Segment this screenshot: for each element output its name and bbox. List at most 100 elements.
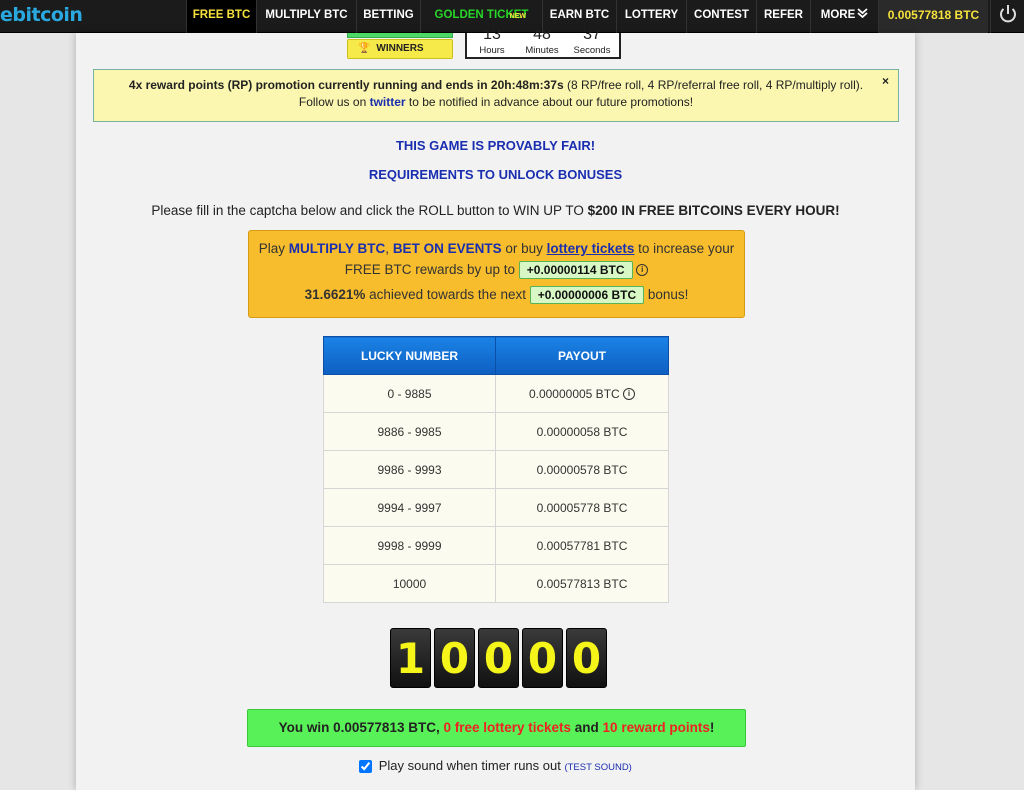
promo-line-2: Follow us on twitter to be notified in a… <box>94 94 898 111</box>
test-sound-link[interactable]: (TEST SOUND) <box>564 762 631 773</box>
promo-bold-text: 4x reward points (RP) promotion currentl… <box>128 78 564 92</box>
result-digit: 0 <box>522 628 563 688</box>
boost-line-3: 31.6621% achieved towards the next +0.00… <box>249 284 744 305</box>
win-exclamation: ! <box>709 720 715 735</box>
promo-banner: 4x reward points (RP) promotion currentl… <box>93 69 899 122</box>
boost-comma: , <box>385 241 393 256</box>
timer-hours: 13 Hours <box>467 30 517 56</box>
next-bonus-pill: +0.00000006 BTC <box>529 286 645 304</box>
trophy-icon: 🏆 <box>358 43 371 54</box>
table-row: 9886 - 9985 0.00000058 BTC <box>323 412 669 451</box>
timer-hours-label: Hours <box>479 45 505 56</box>
boost-bonus-text: bonus! <box>644 287 689 302</box>
nav-free-btc[interactable]: FREE BTC <box>186 0 256 33</box>
promo-detail: (8 RP/free roll, 4 RP/referral free roll… <box>563 78 864 92</box>
win-message: You win 0.00577813 BTC, 0 free lottery t… <box>247 709 746 747</box>
row-payout: 0.00000058 BTC <box>495 412 669 451</box>
nav-contest-label: CONTEST <box>694 9 749 21</box>
nav-multiply-btc[interactable]: MULTIPLY BTC <box>256 0 356 33</box>
nav-lottery-label: LOTTERY <box>624 9 679 21</box>
progress-percent: 31.6621% <box>304 287 366 302</box>
countdown-timer: 13 Hours 48 Minutes 37 Seconds <box>465 30 621 59</box>
boost-reward-text: FREE BTC rewards by up to <box>344 262 519 277</box>
close-icon[interactable]: × <box>882 73 889 90</box>
info-icon[interactable]: i <box>636 264 649 277</box>
sound-option: Play sound when timer runs out (TEST SOU… <box>76 758 915 774</box>
promo-follow-suffix: to be notified in advance about our futu… <box>405 95 694 109</box>
table-row: 9998 - 9999 0.00057781 BTC <box>323 526 669 565</box>
nav-contest[interactable]: CONTEST <box>686 0 756 33</box>
table-header-row: LUCKY NUMBER PAYOUT <box>323 336 669 375</box>
row-payout: 0.00005778 BTC <box>495 488 669 527</box>
row-range: 0 - 9885 <box>323 374 496 413</box>
row-range: 10000 <box>323 564 496 603</box>
provably-fair-link[interactable]: THIS GAME IS PROVABLY FAIR! <box>76 138 915 153</box>
timer-seconds-value: 37 <box>583 30 601 40</box>
site-logo[interactable]: ebitcoin <box>0 4 83 28</box>
nav-refer[interactable]: REFER <box>756 0 810 33</box>
reward-amount-pill: +0.00000114 BTC <box>518 261 633 279</box>
result-digit: 0 <box>434 628 475 688</box>
promo-line-1: 4x reward points (RP) promotion currentl… <box>94 77 898 94</box>
power-icon <box>1000 5 1016 23</box>
nav-betting-label: BETTING <box>363 9 414 21</box>
timer-seconds: 37 Seconds <box>567 30 617 56</box>
play-sound-checkbox[interactable] <box>359 760 373 774</box>
table-row: 0 - 9885 0.00000005 BTC i <box>323 374 669 413</box>
row-payout: 0.00000578 BTC <box>495 450 669 489</box>
row-range: 9886 - 9985 <box>323 412 496 451</box>
row-payout: 0.00057781 BTC <box>495 526 669 565</box>
info-icon[interactable]: i <box>623 388 636 401</box>
timer-seconds-label: Seconds <box>573 45 611 56</box>
requirements-link[interactable]: REQUIREMENTS TO UNLOCK BONUSES <box>76 167 915 182</box>
winners-label: WINNERS <box>376 43 424 54</box>
row-range: 9986 - 9993 <box>323 450 496 489</box>
header-lucky-number: LUCKY NUMBER <box>323 336 496 375</box>
row-payout: 0.00000005 BTC i <box>495 374 669 413</box>
nav-free-btc-label: FREE BTC <box>192 9 251 21</box>
captcha-bold-text: $200 IN FREE BITCOINS EVERY HOUR! <box>587 203 840 218</box>
chevron-down-icon <box>857 8 868 18</box>
nav-golden-ticket[interactable]: GOLDEN TICKET NEW <box>420 0 542 33</box>
lottery-tickets-link[interactable]: lottery tickets <box>547 241 635 256</box>
win-lottery-tickets: 0 free lottery tickets <box>443 720 572 735</box>
nav-earn-btc[interactable]: EARN BTC <box>542 0 616 33</box>
new-badge: NEW <box>509 13 526 20</box>
boost-line-2: FREE BTC rewards by up to +0.00000114 BT… <box>249 259 744 280</box>
balance-display: 0.00577818 BTC <box>878 0 988 33</box>
play-sound-label: Play sound when timer runs out <box>378 758 565 773</box>
nav-earn-btc-label: EARN BTC <box>549 9 610 21</box>
top-nav-bar: ebitcoin FREE BTC MULTIPLY BTC BETTING G… <box>0 0 1024 33</box>
nav-lottery[interactable]: LOTTERY <box>616 0 686 33</box>
bonus-boost-box: Play MULTIPLY BTC, BET ON EVENTS or buy … <box>248 230 745 318</box>
nav-refer-label: REFER <box>764 9 803 21</box>
boost-play-text: Play <box>258 241 289 256</box>
timer-minutes-label: Minutes <box>525 45 559 56</box>
nav-more-label: MORE <box>820 9 856 21</box>
timer-minutes-value: 48 <box>533 30 551 40</box>
table-row: 9994 - 9997 0.00005778 BTC <box>323 488 669 527</box>
captcha-instruction: Please fill in the captcha below and cli… <box>76 203 915 218</box>
bet-on-events-link[interactable]: BET ON EVENTS <box>393 241 502 256</box>
row-payout: 0.00577813 BTC <box>495 564 669 603</box>
payout-table: LUCKY NUMBER PAYOUT 0 - 9885 0.00000005 … <box>323 336 669 603</box>
nav-betting[interactable]: BETTING <box>356 0 420 33</box>
boost-increase-text: to increase your <box>634 241 735 256</box>
boost-line-1: Play MULTIPLY BTC, BET ON EVENTS or buy … <box>249 238 744 259</box>
twitter-link[interactable]: twitter <box>370 95 406 109</box>
nav-multiply-btc-label: MULTIPLY BTC <box>265 9 348 21</box>
result-digit: 1 <box>390 628 431 688</box>
captcha-text: Please fill in the captcha below and cli… <box>151 203 588 218</box>
multiply-btc-link[interactable]: MULTIPLY BTC <box>289 241 386 256</box>
header-payout: PAYOUT <box>495 336 669 375</box>
nav-more[interactable]: MORE <box>810 0 878 33</box>
boost-or-buy: or buy <box>501 241 547 256</box>
table-row: 10000 0.00577813 BTC <box>323 564 669 603</box>
row-payout-value: 0.00000005 BTC <box>528 386 620 401</box>
win-and-text: and <box>571 720 603 735</box>
row-range: 9994 - 9997 <box>323 488 496 527</box>
logout-button[interactable] <box>990 0 1024 33</box>
win-amount-text: You win 0.00577813 BTC, <box>278 720 444 735</box>
winners-button[interactable]: 🏆 WINNERS <box>347 39 453 59</box>
green-button-edge[interactable] <box>347 33 453 38</box>
